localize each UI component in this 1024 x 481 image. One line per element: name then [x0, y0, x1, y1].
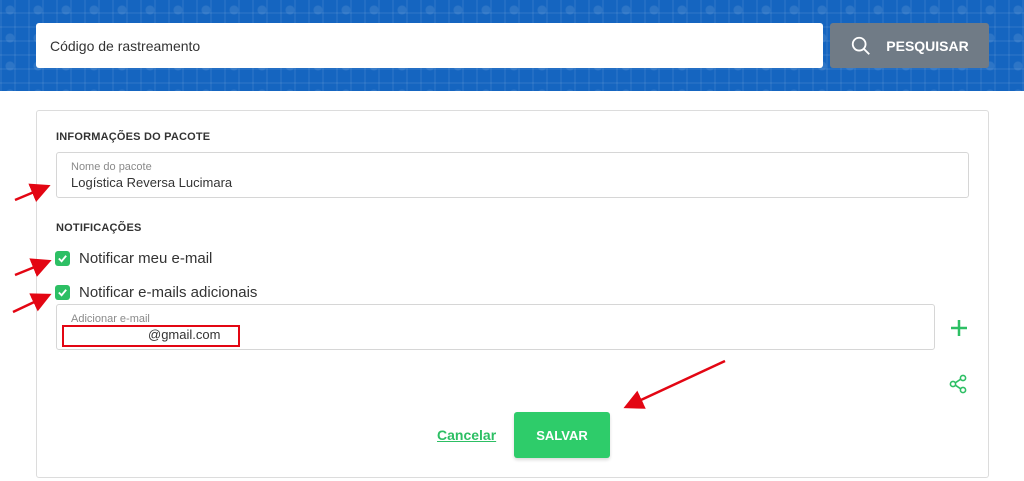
checkmark-icon [58, 255, 67, 263]
notifications-title: NOTIFICAÇÕES [56, 222, 142, 234]
notify-additional-checkbox[interactable] [55, 285, 70, 300]
search-button-label: PESQUISAR [886, 37, 969, 54]
notify-my-email-checkbox[interactable] [55, 251, 70, 266]
notify-my-email-row[interactable]: Notificar meu e-mail [55, 250, 212, 267]
package-name-label: Nome do pacote [71, 161, 152, 173]
add-email-plus-icon[interactable] [948, 317, 970, 339]
notify-additional-label: Notificar e-mails adicionais [79, 284, 258, 301]
search-icon [852, 36, 871, 55]
share-icon[interactable] [948, 374, 968, 394]
checkmark-icon [58, 289, 67, 297]
cancel-link[interactable]: Cancelar [437, 427, 496, 443]
search-button[interactable]: PESQUISAR [830, 23, 989, 68]
additional-email-label: Adicionar e-mail [71, 313, 150, 325]
tracking-code-input[interactable] [36, 23, 823, 68]
notify-my-email-label: Notificar meu e-mail [79, 250, 213, 267]
email-highlight-box [62, 325, 240, 347]
package-info-title: INFORMAÇÕES DO PACOTE [56, 131, 211, 143]
package-name-field[interactable]: Nome do pacote Logística Reversa Lucimar… [56, 152, 969, 198]
package-name-value: Logística Reversa Lucimara [71, 175, 233, 190]
notify-additional-row[interactable]: Notificar e-mails adicionais [55, 284, 257, 301]
save-button[interactable]: SALVAR [514, 412, 610, 458]
